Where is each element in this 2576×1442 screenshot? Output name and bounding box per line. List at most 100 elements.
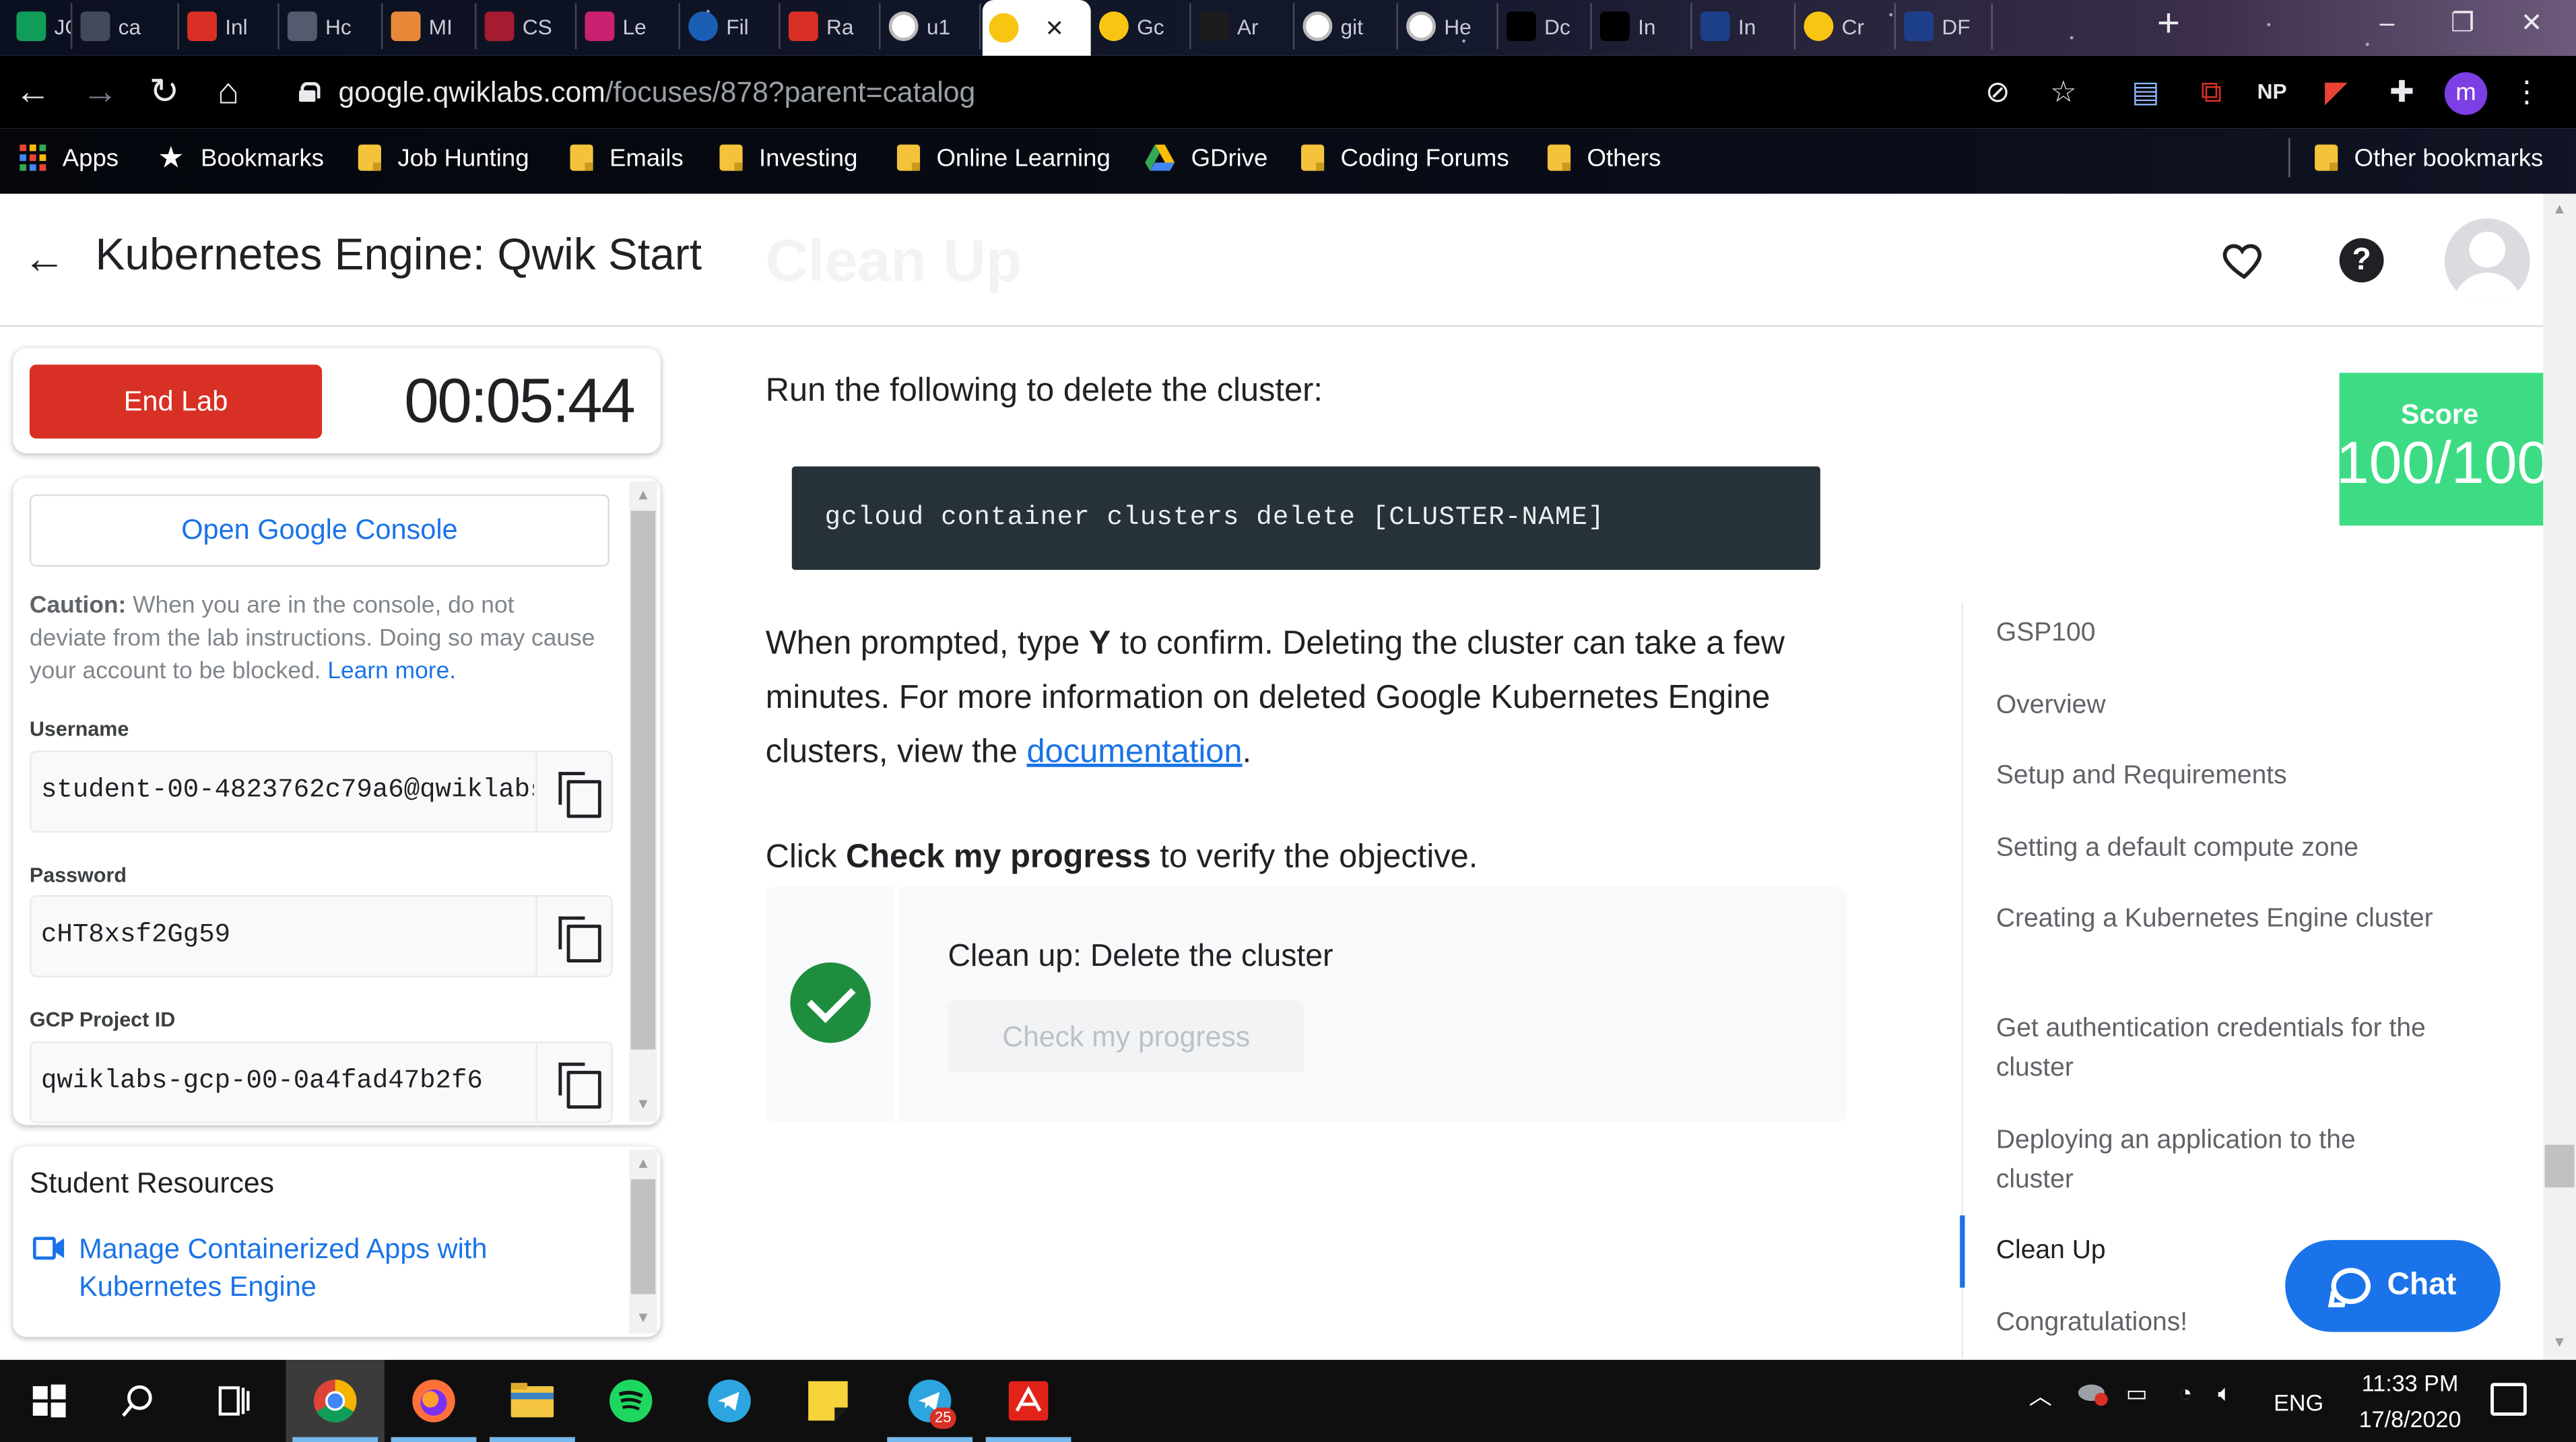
home-button[interactable]: ⌂ bbox=[205, 69, 251, 114]
bookmark-star-icon[interactable]: ☆ bbox=[2044, 72, 2084, 112]
browser-tab[interactable]: Ra bbox=[782, 3, 881, 50]
back-arrow-icon[interactable]: ← bbox=[23, 235, 69, 281]
other-bookmarks[interactable]: Other bookmarks bbox=[2315, 141, 2543, 174]
minimize-button[interactable]: – bbox=[2349, 0, 2424, 49]
bookmark-item[interactable]: ★ Bookmarks bbox=[158, 140, 324, 174]
browser-tab[interactable]: ✕ bbox=[982, 0, 1091, 56]
windows-start-button[interactable] bbox=[0, 1360, 98, 1442]
bookmark-item[interactable]: Apps bbox=[20, 141, 119, 174]
toc-item[interactable]: Get authentication credentials for the c… bbox=[1996, 1010, 2440, 1089]
favorite-heart-icon[interactable] bbox=[2221, 236, 2267, 282]
resource-link[interactable]: Manage Containerized Apps with Kubernete… bbox=[79, 1230, 539, 1305]
toc-item[interactable]: GSP100 bbox=[1996, 614, 2440, 654]
taskbar-search-button[interactable] bbox=[89, 1360, 187, 1442]
clock-date[interactable]: 17/8/2020 bbox=[2352, 1406, 2468, 1432]
username-field[interactable]: student-00-4823762c79a6@qwiklabs.net bbox=[29, 750, 613, 833]
browser-tab[interactable]: u1 bbox=[882, 3, 981, 50]
toc-item[interactable]: Setting a default compute zone bbox=[1996, 829, 2440, 869]
check-progress-button[interactable]: Check my progress bbox=[948, 1000, 1304, 1073]
new-tab-button[interactable]: + bbox=[2144, 4, 2193, 47]
address-bar[interactable]: google.qwiklabs.com/focuses/878?parent=c… bbox=[275, 64, 2103, 121]
browser-tab[interactable]: In bbox=[1593, 3, 1692, 50]
browser-tab[interactable]: CS bbox=[478, 3, 577, 50]
clock-time[interactable]: 11:33 PM bbox=[2352, 1370, 2468, 1396]
docs-extension-icon[interactable]: ▤ bbox=[2126, 72, 2166, 112]
browser-tab[interactable]: DF bbox=[1898, 3, 1993, 50]
bookmark-item[interactable]: Online Learning bbox=[896, 141, 1111, 174]
maximize-button[interactable]: ❐ bbox=[2425, 0, 2501, 49]
toc-item[interactable]: Overview bbox=[1996, 686, 2440, 726]
scroll-down-arrow-icon[interactable]: ▼ bbox=[2543, 1334, 2576, 1350]
toc-item[interactable]: Setup and Requirements bbox=[1996, 757, 2440, 797]
bookmark-item[interactable]: Job Hunting bbox=[358, 141, 529, 174]
browser-tab[interactable]: Dc bbox=[1500, 3, 1592, 50]
np-extension-icon[interactable]: NP bbox=[2247, 72, 2297, 112]
project-id-value[interactable]: qwiklabs-gcp-00-0a4fad47b2f6 bbox=[41, 1066, 534, 1096]
close-window-button[interactable]: ✕ bbox=[2494, 0, 2569, 49]
notifications-icon[interactable] bbox=[2490, 1383, 2527, 1416]
browser-tab[interactable]: Le bbox=[579, 3, 680, 50]
taskbar-acrobat[interactable] bbox=[979, 1360, 1078, 1442]
username-value[interactable]: student-00-4823762c79a6@qwiklabs.net bbox=[41, 775, 534, 805]
taskbar-sticky-notes[interactable] bbox=[779, 1360, 877, 1442]
taskbar-telegram[interactable] bbox=[680, 1360, 779, 1442]
bookmark-item[interactable]: Investing bbox=[719, 141, 857, 174]
bookmark-item[interactable]: Emails bbox=[570, 141, 684, 174]
language-indicator[interactable]: ENG bbox=[2274, 1389, 2323, 1416]
user-avatar[interactable] bbox=[2444, 218, 2530, 304]
scroll-up-arrow-icon[interactable]: ▲ bbox=[629, 1154, 657, 1171]
tray-overflow-chevron-icon[interactable]: ︿ bbox=[2029, 1379, 2052, 1412]
volume-icon[interactable]: 🔈︎ bbox=[2218, 1379, 2232, 1407]
open-console-button[interactable]: Open Google Console bbox=[29, 494, 610, 567]
menu-kebab-icon[interactable]: ⋮ bbox=[2507, 72, 2547, 112]
scroll-down-arrow-icon[interactable]: ▼ bbox=[629, 1309, 657, 1325]
learn-more-link[interactable]: Learn more. bbox=[327, 659, 456, 685]
browser-tab[interactable]: Hc bbox=[281, 3, 383, 50]
browser-tab[interactable]: Ar bbox=[1193, 3, 1295, 50]
tab-close-icon[interactable]: ✕ bbox=[1045, 14, 1064, 42]
credentials-scroll-thumb[interactable] bbox=[630, 511, 656, 1050]
extensions-puzzle-icon[interactable]: ✚ bbox=[2382, 72, 2422, 112]
end-lab-button[interactable]: End Lab bbox=[29, 364, 323, 439]
taskbar-spotify[interactable] bbox=[582, 1360, 680, 1442]
browser-tab[interactable]: git bbox=[1296, 3, 1398, 50]
browser-tab[interactable]: He bbox=[1399, 3, 1498, 50]
bookmark-item[interactable]: Coding Forums bbox=[1301, 141, 1509, 174]
scroll-down-arrow-icon[interactable]: ▼ bbox=[629, 1095, 657, 1111]
browser-tab[interactable]: Gc bbox=[1092, 3, 1191, 50]
browser-tab[interactable]: Cr bbox=[1797, 3, 1896, 50]
task-view-button[interactable] bbox=[184, 1360, 282, 1442]
battery-icon[interactable]: ▭ bbox=[2126, 1379, 2148, 1407]
taskbar-chrome[interactable] bbox=[286, 1360, 385, 1442]
wifi-icon[interactable]: ◔ bbox=[2179, 1379, 2193, 1406]
scroll-up-arrow-icon[interactable]: ▲ bbox=[2543, 200, 2576, 216]
forward-button[interactable]: → bbox=[77, 69, 123, 114]
chat-button[interactable]: Chat bbox=[2285, 1240, 2501, 1332]
code-command[interactable]: gcloud container clusters delete [CLUSTE… bbox=[825, 502, 1605, 532]
browser-tab[interactable]: Fil bbox=[682, 3, 781, 50]
toc-item[interactable]: Deploying an application to the cluster bbox=[1996, 1121, 2440, 1200]
password-field[interactable]: cHT8xsf2Gg59 bbox=[29, 894, 613, 977]
tray-onedrive-icon[interactable] bbox=[2076, 1379, 2109, 1406]
scroll-up-arrow-icon[interactable]: ▲ bbox=[629, 486, 657, 502]
documentation-link[interactable]: documentation bbox=[1027, 734, 1243, 771]
code-block[interactable]: gcloud container clusters delete [CLUSTE… bbox=[791, 466, 1820, 570]
browser-tab[interactable]: Inl bbox=[180, 3, 279, 50]
browser-tab[interactable]: JO bbox=[10, 3, 73, 50]
bookmark-item[interactable]: GDrive bbox=[1145, 141, 1267, 174]
project-id-field[interactable]: qwiklabs-gcp-00-0a4fad47b2f6 bbox=[29, 1041, 613, 1123]
profile-avatar[interactable]: m bbox=[2444, 72, 2488, 115]
copy-project-id-button[interactable] bbox=[535, 1043, 611, 1122]
toc-item[interactable]: Creating a Kubernetes Engine cluster bbox=[1996, 900, 2440, 940]
resources-scroll-thumb[interactable] bbox=[630, 1179, 656, 1294]
password-value[interactable]: cHT8xsf2Gg59 bbox=[41, 920, 534, 950]
browser-tab[interactable]: ca bbox=[74, 3, 179, 50]
copy-username-button[interactable] bbox=[535, 752, 611, 831]
copy-password-button[interactable] bbox=[535, 896, 611, 976]
back-button[interactable]: ← bbox=[10, 69, 56, 114]
taskbar-firefox[interactable] bbox=[385, 1360, 483, 1442]
taskbar-telegram-desktop[interactable]: 25 bbox=[881, 1360, 979, 1442]
help-icon[interactable]: ? bbox=[2339, 238, 2384, 283]
taskbar-file-explorer[interactable] bbox=[483, 1360, 581, 1442]
bookmark-item[interactable]: Others bbox=[1547, 141, 1661, 174]
